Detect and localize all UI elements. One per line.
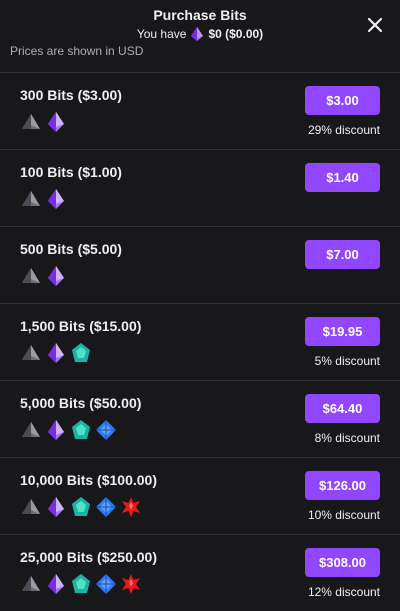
offer-label: 1,500 Bits ($15.00) xyxy=(20,318,142,334)
modal-header: Purchase Bits You have $0 ($0.00) Prices… xyxy=(0,0,400,58)
offer-label: 100 Bits ($1.00) xyxy=(20,164,122,180)
offer-label: 10,000 Bits ($100.00) xyxy=(20,472,157,488)
bits-balance: You have $0 ($0.00) xyxy=(0,26,400,42)
offer-row: 500 Bits ($5.00) $7.00 xyxy=(0,226,400,303)
purple-bit-gem-icon xyxy=(48,189,64,209)
offer-label: 300 Bits ($3.00) xyxy=(20,87,122,103)
blue-bit-gem-icon xyxy=(96,497,116,517)
gray-bit-gem-icon xyxy=(22,422,40,437)
red-bit-gem-icon xyxy=(122,497,140,517)
buy-button[interactable]: $308.00 xyxy=(305,548,380,577)
bits-icon xyxy=(191,27,204,41)
gray-bit-gem-icon xyxy=(22,268,40,283)
buy-button[interactable]: $19.95 xyxy=(305,317,380,346)
offer-gems xyxy=(20,265,67,287)
gray-bit-gem-icon xyxy=(22,576,40,591)
offer-row: 25,000 Bits ($250.00) $308.00 12% discount xyxy=(0,534,400,611)
prices-note: Prices are shown in USD xyxy=(10,44,144,58)
teal-bit-gem-icon xyxy=(72,420,90,439)
offer-gems xyxy=(20,342,92,364)
offer-label: 5,000 Bits ($50.00) xyxy=(20,395,142,411)
gray-bit-gem-icon xyxy=(22,499,40,514)
offer-gems xyxy=(20,496,142,518)
offer-row: 5,000 Bits ($50.00) $64.40 8% discount xyxy=(0,380,400,457)
discount-label: 10% discount xyxy=(307,508,380,522)
balance-amount: $0 ($0.00) xyxy=(208,27,264,41)
teal-bit-gem-icon xyxy=(72,574,90,593)
discount-label: 5% discount xyxy=(314,354,380,368)
blue-bit-gem-icon xyxy=(96,574,116,594)
offer-gems xyxy=(20,573,142,595)
modal-title: Purchase Bits xyxy=(153,7,247,23)
offer-gems xyxy=(20,419,117,441)
teal-bit-gem-icon xyxy=(72,343,90,362)
gray-bit-gem-icon xyxy=(22,191,40,206)
buy-button[interactable]: $7.00 xyxy=(305,240,380,269)
offer-row: 10,000 Bits ($100.00) $126.00 10% discount xyxy=(0,457,400,534)
discount-label: 8% discount xyxy=(314,431,380,445)
offers-list: 300 Bits ($3.00) $3.00 29% discount 100 Bit… xyxy=(0,72,400,611)
blue-bit-gem-icon xyxy=(96,420,116,440)
buy-button[interactable]: $64.40 xyxy=(305,394,380,423)
purple-bit-gem-icon xyxy=(48,574,64,594)
buy-button[interactable]: $1.40 xyxy=(305,163,380,192)
balance-prefix: You have xyxy=(136,27,187,41)
offer-gems xyxy=(20,188,67,210)
buy-button[interactable]: $126.00 xyxy=(305,471,380,500)
gray-bit-gem-icon xyxy=(22,114,40,129)
purple-bit-gem-icon xyxy=(48,112,64,132)
purple-bit-gem-icon xyxy=(48,343,64,363)
close-icon[interactable] xyxy=(364,14,386,36)
teal-bit-gem-icon xyxy=(72,497,90,516)
offer-label: 25,000 Bits ($250.00) xyxy=(20,549,157,565)
purple-bit-gem-icon xyxy=(48,266,64,286)
offer-row: 300 Bits ($3.00) $3.00 29% discount xyxy=(0,72,400,149)
discount-label: 29% discount xyxy=(307,123,380,137)
offer-row: 1,500 Bits ($15.00) $19.95 5% discount xyxy=(0,303,400,380)
purple-bit-gem-icon xyxy=(48,420,64,440)
offer-gems xyxy=(20,111,67,133)
offer-label: 500 Bits ($5.00) xyxy=(20,241,122,257)
purple-bit-gem-icon xyxy=(48,497,64,517)
offer-row: 100 Bits ($1.00) $1.40 xyxy=(0,149,400,226)
gray-bit-gem-icon xyxy=(22,345,40,360)
discount-label: 12% discount xyxy=(307,585,380,599)
buy-button[interactable]: $3.00 xyxy=(305,86,380,115)
red-bit-gem-icon xyxy=(122,574,140,594)
